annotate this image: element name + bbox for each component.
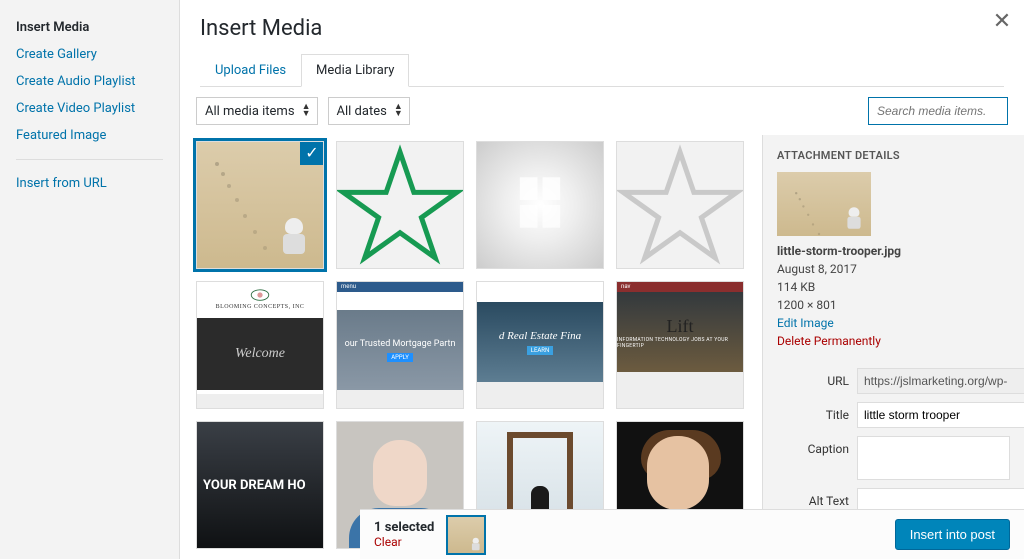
modal-title: Insert Media bbox=[200, 18, 1004, 40]
details-heading: ATTACHMENT DETAILS bbox=[777, 149, 1010, 162]
caption-label: Caption bbox=[777, 436, 857, 456]
media-item-dream-home[interactable]: YOUR DREAM HO bbox=[196, 421, 324, 549]
sidebar-item-insert-from-url[interactable]: Insert from URL bbox=[0, 170, 179, 197]
media-item-star-green[interactable] bbox=[336, 141, 464, 269]
tab-upload-files[interactable]: Upload Files bbox=[200, 54, 301, 87]
media-item-lift[interactable]: nav Lift INFORMATION TECHNOLOGY JOBS AT … bbox=[616, 281, 744, 409]
filter-media-type-value: All media items bbox=[205, 104, 295, 119]
attachment-details-panel: ATTACHMENT DETAILS little-storm-trooper.… bbox=[762, 135, 1024, 559]
thumb-text: Welcome bbox=[197, 318, 323, 390]
sidebar-item-insert-media[interactable]: Insert Media bbox=[0, 14, 179, 41]
select-arrows-icon: ▲▼ bbox=[302, 104, 311, 118]
selected-count: 1 selected bbox=[374, 520, 434, 535]
media-sidebar: Insert Media Create Gallery Create Audio… bbox=[0, 0, 180, 559]
filter-media-type[interactable]: All media items ▲▼ bbox=[196, 97, 318, 125]
details-dimensions: 1200 × 801 bbox=[777, 296, 1010, 314]
sidebar-item-create-audio-playlist[interactable]: Create Audio Playlist bbox=[0, 68, 179, 95]
filter-date[interactable]: All dates ▲▼ bbox=[328, 97, 410, 125]
media-toolbar: All media items ▲▼ All dates ▲▼ bbox=[180, 87, 1024, 135]
delete-permanently-link[interactable]: Delete Permanently bbox=[777, 334, 881, 348]
media-tabs: Upload Files Media Library bbox=[200, 54, 1004, 87]
select-arrows-icon: ▲▼ bbox=[394, 104, 403, 118]
thumb-text: BLOOMING CONCEPTS, INC bbox=[197, 304, 323, 310]
search-input[interactable] bbox=[868, 97, 1008, 125]
selected-check-icon[interactable]: ✓ bbox=[300, 141, 324, 165]
media-item-blooming[interactable]: BLOOMING CONCEPTS, INC Welcome bbox=[196, 281, 324, 409]
media-item-star-grey[interactable] bbox=[616, 141, 744, 269]
media-item-ceiling[interactable] bbox=[476, 141, 604, 269]
thumb-text: INFORMATION TECHNOLOGY JOBS AT YOUR FING… bbox=[617, 337, 743, 349]
thumb-text: d Real Estate Fina bbox=[499, 330, 581, 342]
url-label: URL bbox=[777, 368, 857, 388]
title-label: Title bbox=[777, 402, 857, 422]
title-field[interactable] bbox=[857, 402, 1024, 428]
sidebar-separator bbox=[16, 159, 163, 160]
thumb-text: YOUR DREAM HO bbox=[203, 478, 306, 493]
insert-into-post-button[interactable]: Insert into post bbox=[895, 519, 1010, 550]
details-filesize: 114 KB bbox=[777, 278, 1010, 296]
details-thumbnail bbox=[777, 172, 871, 236]
media-item-storm-trooper[interactable]: ✓ bbox=[196, 141, 324, 269]
details-date: August 8, 2017 bbox=[777, 260, 1010, 278]
footer-selected-thumb[interactable] bbox=[446, 515, 486, 555]
edit-image-link[interactable]: Edit Image bbox=[777, 316, 834, 330]
thumb-text: Lift bbox=[667, 316, 694, 337]
alt-text-label: Alt Text bbox=[777, 488, 857, 508]
thumb-text: our Trusted Mortgage Partn bbox=[345, 339, 456, 349]
tab-media-library[interactable]: Media Library bbox=[301, 54, 409, 87]
media-grid: ✓ BLOOMING CONCEPTS, bbox=[196, 141, 746, 549]
clear-selection-link[interactable]: Clear bbox=[374, 535, 402, 549]
sidebar-item-featured-image[interactable]: Featured Image bbox=[0, 122, 179, 149]
sidebar-item-create-gallery[interactable]: Create Gallery bbox=[0, 41, 179, 68]
close-button[interactable]: ✕ bbox=[988, 8, 1016, 36]
sidebar-item-create-video-playlist[interactable]: Create Video Playlist bbox=[0, 95, 179, 122]
media-item-realestate[interactable]: d Real Estate FinaLEARN bbox=[476, 281, 604, 409]
media-footer: 1 selected Clear Insert into post bbox=[360, 509, 1024, 559]
media-item-mortgage[interactable]: menu our Trusted Mortgage PartnAPPLY bbox=[336, 281, 464, 409]
details-filename: little-storm-trooper.jpg bbox=[777, 244, 901, 258]
filter-date-value: All dates bbox=[337, 104, 387, 119]
url-field[interactable] bbox=[857, 368, 1024, 394]
caption-field[interactable] bbox=[857, 436, 1010, 480]
